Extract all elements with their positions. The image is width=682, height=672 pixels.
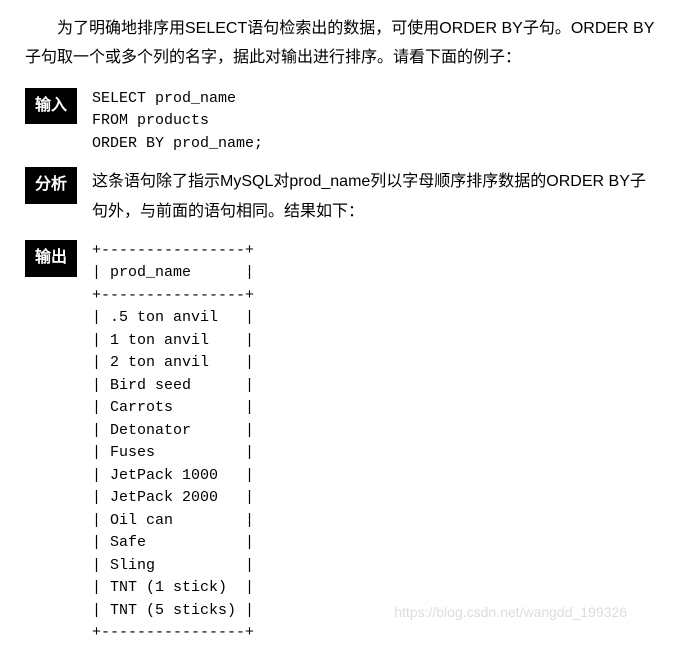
code-block: SELECT prod_name FROM products ORDER BY … — [92, 88, 657, 156]
input-section: 输入 SELECT prod_name FROM products ORDER … — [25, 88, 657, 156]
analysis-section: 分析 这条语句除了指示MySQL对prod_name列以字母顺序排序数据的ORD… — [25, 167, 657, 228]
analysis-text: 这条语句除了指示MySQL对prod_name列以字母顺序排序数据的ORDER … — [92, 167, 657, 228]
watermark: https://blog.csdn.net/wangdd_199326 — [394, 600, 627, 625]
intro-paragraph: 为了明确地排序用SELECT语句检索出的数据，可使用ORDER BY子句。ORD… — [25, 15, 657, 73]
analysis-label: 分析 — [25, 167, 77, 204]
input-label: 输入 — [25, 88, 77, 125]
output-table: +----------------+ | prod_name | +------… — [92, 240, 657, 645]
output-label: 输出 — [25, 240, 77, 277]
output-section: 输出 +----------------+ | prod_name | +---… — [25, 240, 657, 645]
